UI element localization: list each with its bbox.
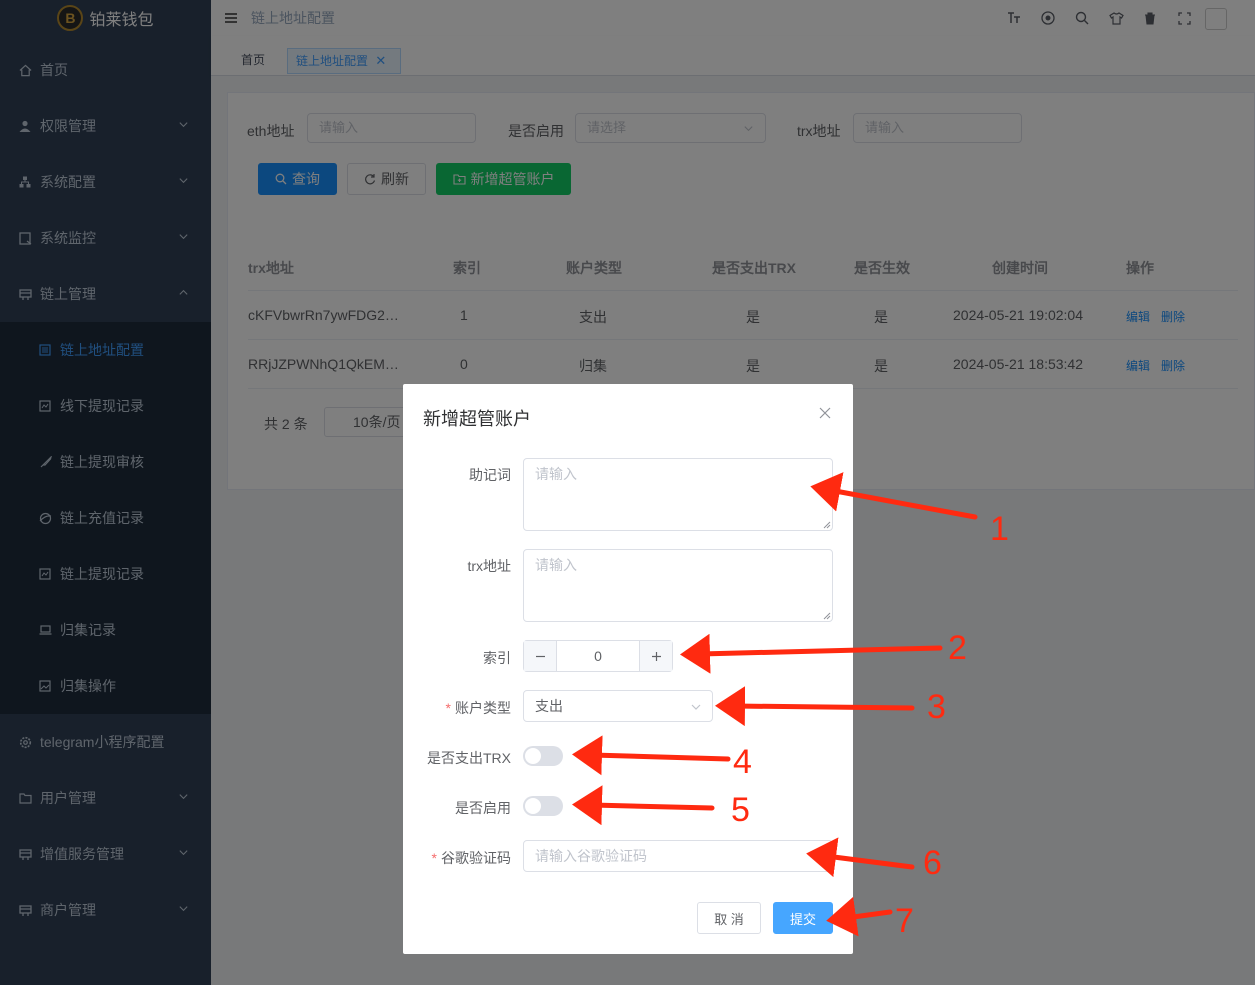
- decrement-button[interactable]: [524, 641, 556, 671]
- payout-trx-switch[interactable]: [523, 746, 563, 766]
- textarea-placeholder: 请输入: [535, 557, 577, 573]
- chevron-down-icon: [691, 704, 701, 710]
- annotation-number-2: 2: [948, 629, 967, 667]
- required-mark: *: [445, 700, 451, 716]
- switch-knob: [525, 748, 541, 764]
- annotation-number-3: 3: [927, 688, 946, 726]
- annotation-number-4: 4: [733, 743, 752, 781]
- google-code-input[interactable]: 请输入谷歌验证码: [523, 840, 833, 872]
- dialog-title: 新增超管账户: [423, 409, 531, 429]
- switch-knob: [525, 798, 541, 814]
- annotation-number-5: 5: [731, 791, 750, 829]
- add-super-account-dialog: 新增超管账户 助记词 请输入 trx地址 请输入 索引 0 * 账户类型 支出 是…: [403, 384, 853, 954]
- account-type-select[interactable]: 支出: [523, 690, 713, 722]
- enable-switch[interactable]: [523, 796, 563, 816]
- select-value: 支出: [535, 698, 563, 714]
- cancel-button[interactable]: 取 消: [697, 902, 761, 934]
- index-stepper: 0: [523, 640, 673, 672]
- annotation-number-7: 7: [895, 902, 914, 940]
- submit-button[interactable]: 提交: [773, 902, 833, 934]
- increment-button[interactable]: [640, 641, 672, 671]
- label-text: 账户类型: [455, 700, 511, 716]
- index-value[interactable]: 0: [556, 641, 640, 671]
- resize-handle-icon[interactable]: [823, 521, 831, 529]
- trx-address-label: trx地址: [467, 558, 511, 574]
- label-text: 谷歌验证码: [441, 850, 511, 866]
- annotation-number-6: 6: [923, 844, 942, 882]
- textarea-placeholder: 请输入: [535, 466, 577, 482]
- trx-address-textarea[interactable]: 请输入: [523, 549, 833, 622]
- resize-handle-icon[interactable]: [823, 612, 831, 620]
- index-label: 索引: [483, 650, 511, 666]
- annotation-number-1: 1: [990, 510, 1009, 548]
- mnemonic-textarea[interactable]: 请输入: [523, 458, 833, 531]
- required-mark: *: [431, 850, 437, 866]
- payout-trx-label: 是否支出TRX: [427, 750, 511, 766]
- google-code-label: * 谷歌验证码: [432, 848, 511, 868]
- account-type-label: * 账户类型: [446, 698, 511, 718]
- enable-label: 是否启用: [455, 800, 511, 816]
- mnemonic-label: 助记词: [469, 467, 511, 483]
- close-icon[interactable]: [819, 406, 833, 420]
